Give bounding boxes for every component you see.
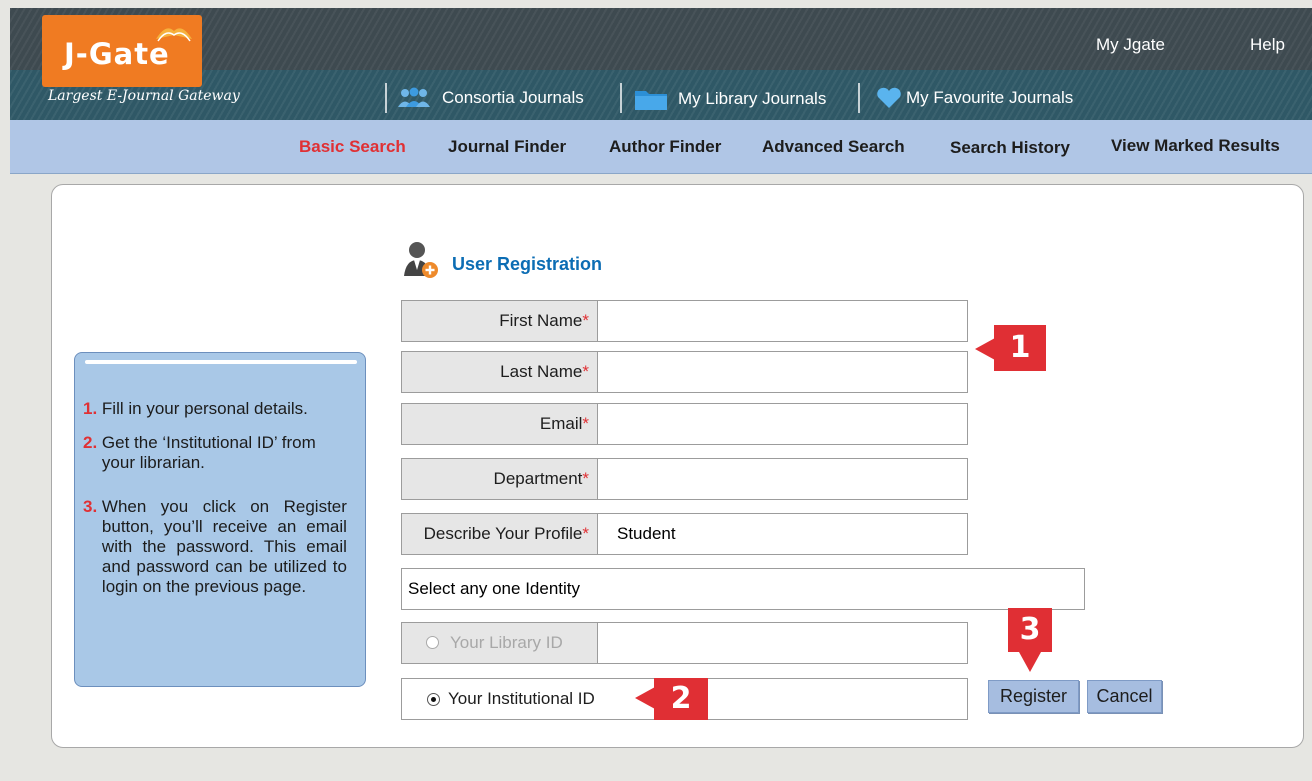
panel-divider [85, 360, 357, 364]
my-favourite-journals-link[interactable]: My Favourite Journals [876, 87, 1073, 109]
first-name-field[interactable] [599, 301, 967, 341]
instruction-step-2: 2. Get the ‘Institutional ID’ from your … [83, 433, 332, 473]
form-title: User Registration [452, 254, 603, 274]
library-id-radio[interactable] [426, 636, 439, 649]
step-number: 1. [83, 399, 98, 418]
step-text: When you click on Register button, you’l… [101, 497, 347, 596]
folder-icon [635, 91, 667, 110]
instructions-panel: 1. Fill in your personal details. 2. Get… [74, 352, 366, 687]
step-number: 2. [83, 433, 98, 452]
divider [858, 83, 860, 113]
instruction-step-1: 1. Fill in your personal details. [83, 399, 308, 419]
my-jgate-link[interactable]: My Jgate [1096, 35, 1165, 55]
site-header: J-Gate Largest E-Journal Gateway My Jgat… [10, 8, 1312, 120]
step-text: Get the ‘Institutional ID’ from your lib… [101, 433, 316, 472]
profile-row: Describe Your Profile* [401, 513, 968, 555]
callout-3: 3 [1008, 608, 1052, 652]
callout-1: 1 [994, 325, 1046, 371]
email-label: Email* [402, 404, 598, 444]
user-add-icon [404, 242, 438, 278]
last-name-label: Last Name* [402, 352, 598, 392]
consortia-journals-link[interactable]: Consortia Journals [396, 87, 584, 109]
step-text: Fill in your personal details. [101, 399, 308, 418]
consortia-journals-label: Consortia Journals [442, 88, 584, 107]
divider [385, 83, 387, 113]
department-label: Department* [402, 459, 598, 499]
cancel-button[interactable]: Cancel [1087, 680, 1162, 713]
tab-basic-search[interactable]: Basic Search [299, 137, 406, 157]
main-nav: Basic Search Journal Finder Author Finde… [10, 120, 1312, 174]
last-name-field[interactable] [599, 352, 967, 392]
register-button[interactable]: Register [988, 680, 1079, 713]
tab-journal-finder[interactable]: Journal Finder [448, 137, 566, 157]
department-row: Department* [401, 458, 968, 500]
callout-arrow [1019, 652, 1041, 672]
institutional-id-radio[interactable] [427, 693, 440, 706]
instruction-step-3: 3. When you click on Register button, yo… [83, 497, 347, 597]
my-library-journals-label: My Library Journals [678, 89, 827, 108]
first-name-label: First Name* [402, 301, 598, 341]
tab-author-finder[interactable]: Author Finder [609, 137, 721, 157]
heart-icon [877, 87, 901, 108]
callout-arrow [635, 687, 655, 709]
help-link[interactable]: Help [1250, 35, 1285, 55]
logo-text: J-Gate [64, 37, 170, 71]
profile-label: Describe Your Profile* [402, 514, 598, 554]
tab-advanced-search[interactable]: Advanced Search [762, 137, 905, 157]
library-id-label: Your Library ID [450, 633, 563, 652]
tab-view-marked-results[interactable]: View Marked Results [1111, 136, 1280, 156]
email-row: Email* [401, 403, 968, 445]
brand-tagline: Largest E-Journal Gateway [48, 88, 240, 104]
divider [620, 83, 622, 113]
profile-field[interactable] [599, 514, 967, 554]
callout-2: 2 [654, 678, 708, 720]
first-name-row: First Name* [401, 300, 968, 342]
library-id-field[interactable] [599, 623, 967, 663]
identity-prompt: Select any one Identity [401, 568, 1085, 610]
callout-arrow [975, 338, 995, 360]
my-library-journals-link[interactable]: My Library Journals [634, 87, 826, 111]
library-id-option[interactable]: Your Library ID [402, 623, 598, 663]
institutional-id-label: Your Institutional ID [448, 689, 595, 708]
consortia-people-icon [398, 87, 430, 107]
department-field[interactable] [599, 459, 967, 499]
tab-search-history[interactable]: Search History [950, 138, 1070, 158]
step-number: 3. [83, 497, 98, 516]
my-favourite-journals-label: My Favourite Journals [906, 88, 1074, 107]
library-id-row: Your Library ID [401, 622, 968, 664]
jgate-logo[interactable]: J-Gate [42, 15, 202, 87]
last-name-row: Last Name* [401, 351, 968, 393]
email-field[interactable] [599, 404, 967, 444]
